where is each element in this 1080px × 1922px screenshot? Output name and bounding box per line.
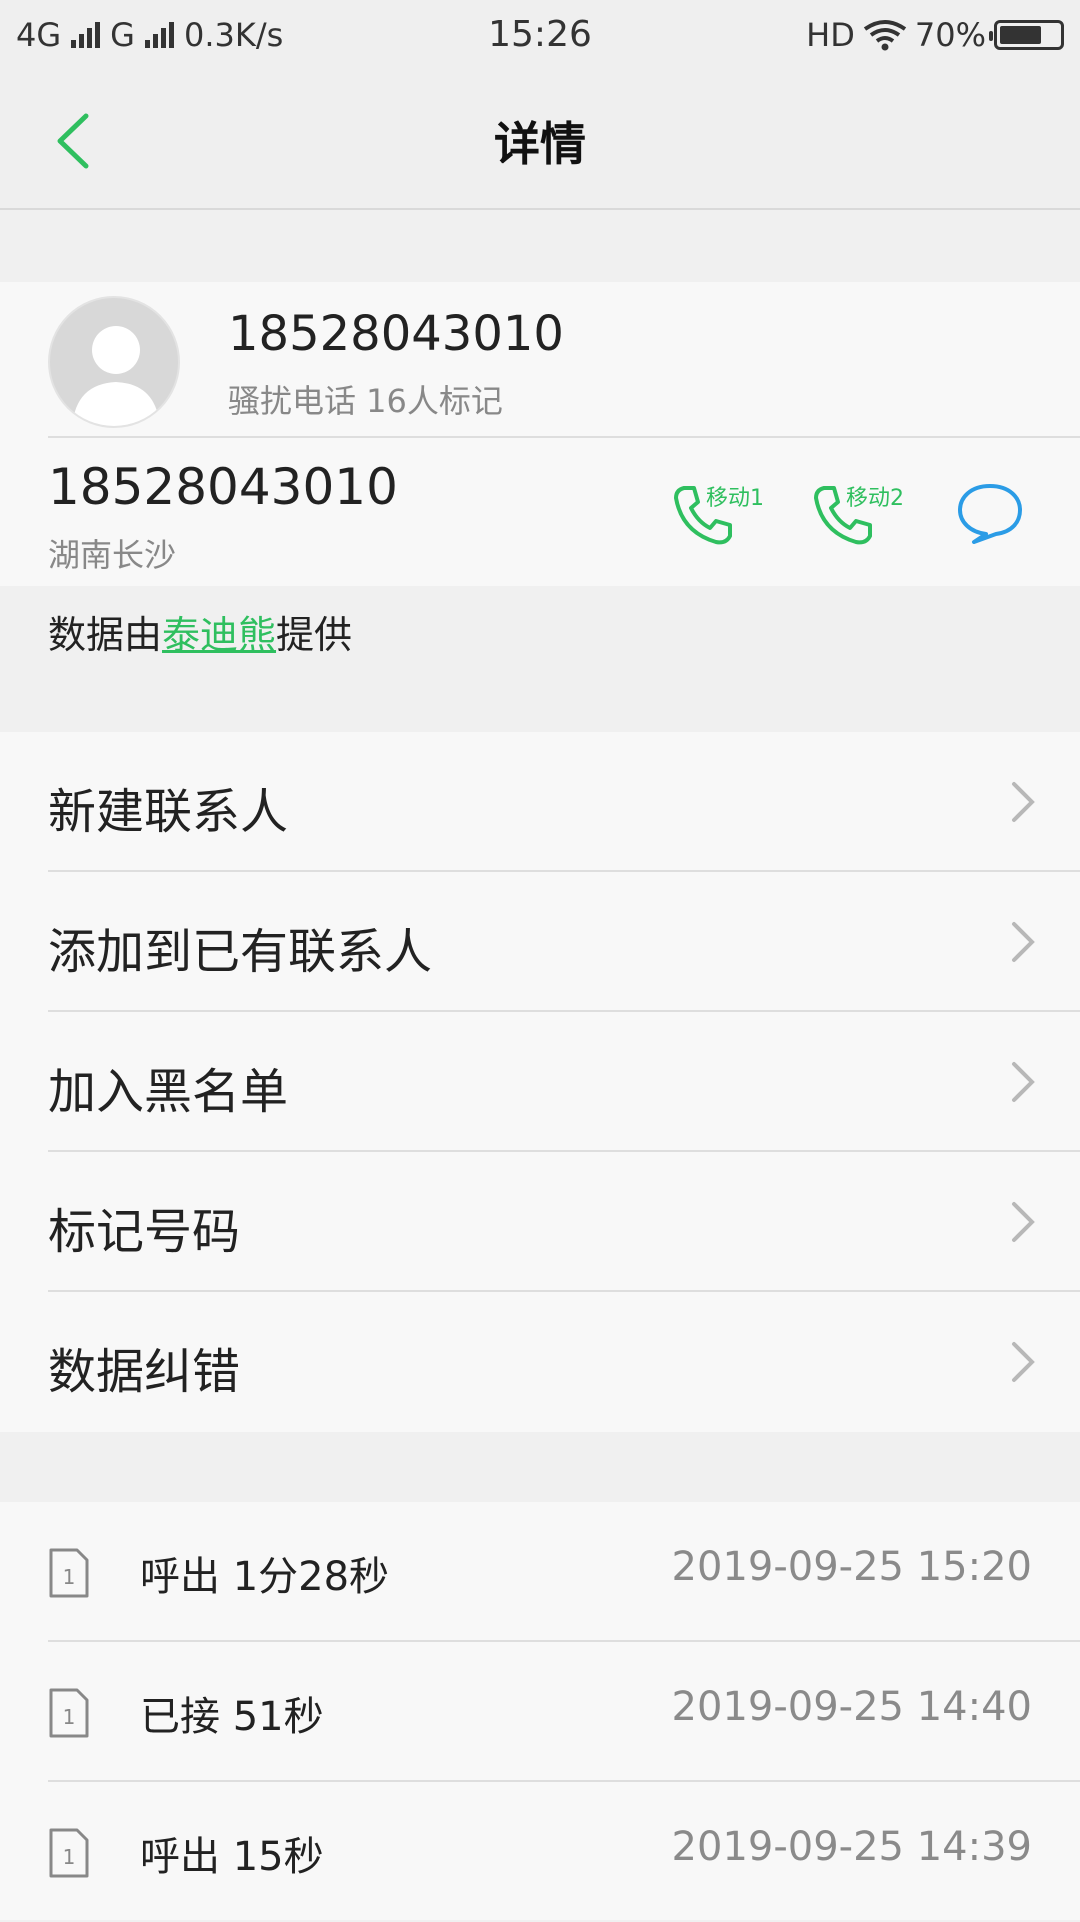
menu-item-label: 标记号码 [48,1204,241,1260]
nav-bar: 详情 [0,72,1080,210]
call-log: 1 呼出 1分28秒 2019-09-25 15:20 1 已接 51秒 201… [0,1502,1080,1920]
call-description: 呼出 1分28秒 [140,1554,390,1600]
call-time: 2019-09-25 14:39 [671,1824,1032,1870]
sim-card-icon: 1 [49,1688,89,1738]
call-description: 呼出 15秒 [140,1834,324,1880]
menu-item-blacklist[interactable]: 加入黑名单 [0,1012,1080,1152]
sim-number: 1 [63,1705,76,1729]
call-log-row[interactable]: 1 已接 51秒 2019-09-25 14:40 [0,1642,1080,1782]
menu-item-mark-number[interactable]: 标记号码 [0,1152,1080,1292]
person-icon [72,326,160,426]
call-sim2-button[interactable]: 移动2 [808,476,908,556]
menu-item-data-correction[interactable]: 数据纠错 [0,1292,1080,1432]
call-log-row[interactable]: 1 呼出 1分28秒 2019-09-25 15:20 [0,1502,1080,1642]
message-button[interactable] [954,480,1034,550]
chevron-right-icon [1012,1342,1035,1382]
phone-number: 18528043010 [228,306,564,362]
call-description: 已接 51秒 [140,1694,324,1740]
page-title: 详情 [494,117,586,171]
chevron-right-icon [1012,922,1035,962]
sim2-label: 移动2 [846,486,904,511]
divider [48,436,1080,438]
chat-bubble-icon [958,484,1022,544]
hd-badge: HD [806,16,855,54]
chevron-right-icon [1012,1202,1035,1242]
source-prefix: 数据由 [48,613,163,657]
sim-number: 1 [63,1565,76,1589]
menu-item-label: 添加到已有联系人 [48,924,433,980]
source-suffix: 提供 [276,613,353,657]
spam-tag: 骚扰电话 16人标记 [228,382,503,420]
menu-item-label: 加入黑名单 [48,1064,289,1120]
call-time: 2019-09-25 15:20 [671,1544,1032,1590]
battery-icon [989,20,1064,50]
chevron-right-icon [1012,782,1035,822]
provider-link[interactable]: 泰迪熊 [162,613,276,657]
avatar[interactable] [48,296,180,428]
data-source: 数据由泰迪熊提供 [0,586,1080,732]
location: 湖南长沙 [48,536,177,574]
call-time: 2019-09-25 14:40 [671,1684,1032,1730]
menu-item-label: 新建联系人 [48,784,289,840]
sim-card-icon: 1 [49,1828,89,1878]
action-menu: 新建联系人 添加到已有联系人 加入黑名单 标记号码 数据纠错 [0,732,1080,1432]
battery-fill [1000,26,1041,44]
sim1-label: 移动1 [706,486,764,511]
status-bar: 4G G 0.3K/s 15:26 HD 70% [0,0,1080,72]
sim-card-icon: 1 [49,1548,89,1598]
wifi-icon [863,20,907,51]
battery-percent: 70% [914,16,986,54]
menu-item-label: 数据纠错 [48,1344,241,1400]
profile-card: 18528043010 骚扰电话 16人标记 18528043010 湖南长沙 … [0,282,1080,586]
status-right: HD 70% [806,16,1064,54]
data-source-text: 数据由泰迪熊提供 [48,604,352,659]
call-sim1-button[interactable]: 移动1 [668,476,768,556]
phone-number-secondary[interactable]: 18528043010 [48,458,398,516]
menu-item-new-contact[interactable]: 新建联系人 [0,732,1080,872]
menu-item-add-existing[interactable]: 添加到已有联系人 [0,872,1080,1012]
sim-number: 1 [63,1845,76,1869]
chevron-right-icon [1012,1062,1035,1102]
call-log-row[interactable]: 1 呼出 15秒 2019-09-25 14:39 [0,1782,1080,1922]
